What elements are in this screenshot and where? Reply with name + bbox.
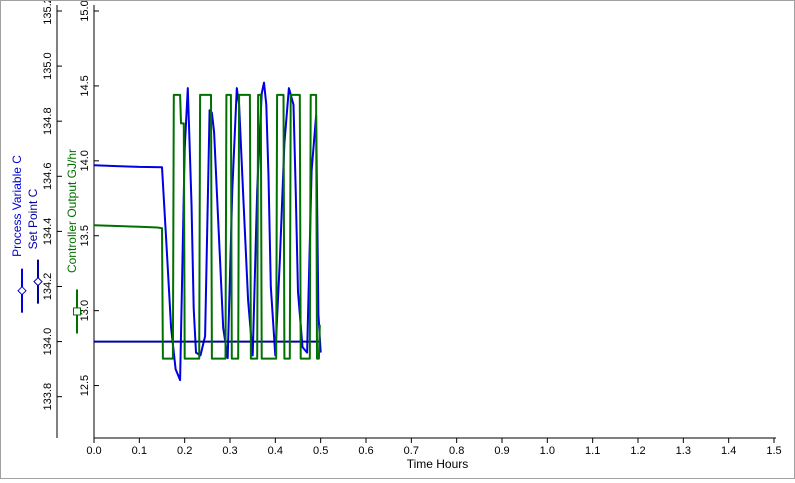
trend-chart: 0.0 0.1 0.2 0.3 0.4 0.5 0.6 0.7 0.8 0.9 1.0 1.1 1.2 1… <box>10 0 782 471</box>
x-tick-label: 0.7 <box>404 445 419 457</box>
x-tick-label: 0.1 <box>132 445 147 457</box>
left-tick-label: 134.4 <box>42 218 54 246</box>
legend-label: Process Variable C <box>10 155 24 257</box>
left-tick-label: 134.2 <box>42 273 54 301</box>
x-tick-label: 0.0 <box>86 445 101 457</box>
legend-label: Controller Output GJ/hr <box>65 149 79 273</box>
x-tick-label: 0.8 <box>449 445 464 457</box>
x-tick-label: 1.4 <box>721 445 736 457</box>
left-tick-label: 134.0 <box>42 328 54 356</box>
x-tick-label: 0.6 <box>358 445 373 457</box>
co-tick-label: 15.0 <box>79 1 91 22</box>
x-tick-label: 1.1 <box>585 445 600 457</box>
chart-window: 0.0 0.1 0.2 0.3 0.4 0.5 0.6 0.7 0.8 0.9 1.0 1.1 1.2 1… <box>0 0 795 479</box>
left-tick-label: 135.2 <box>42 1 54 25</box>
x-tick-label: 0.5 <box>313 445 328 457</box>
legend-square-marker <box>73 307 81 316</box>
co-tick-label: 14.5 <box>79 75 91 96</box>
x-tick-label: 0.3 <box>222 445 237 457</box>
legend-set-point-c: Set Point C <box>26 188 43 304</box>
x-tick-label: 0.2 <box>177 445 192 457</box>
legend-process-variable-c: Process Variable C <box>10 155 27 313</box>
legend-label: Set Point C <box>26 188 40 249</box>
x-tick-label: 0.4 <box>268 445 283 457</box>
left-tick-label: 133.8 <box>42 383 54 411</box>
legend-diamond-marker <box>33 276 43 287</box>
x-tick-label: 0.9 <box>494 445 509 457</box>
x-tick-label: 1.0 <box>540 445 555 457</box>
x-tick-label: 1.2 <box>630 445 645 457</box>
x-tick-label: 1.5 <box>766 445 781 457</box>
co-tick-label: 12.5 <box>79 375 91 396</box>
co-tick-label: 13.5 <box>79 225 91 246</box>
left-tick-label: 134.6 <box>42 163 54 191</box>
x-tick-label: 1.3 <box>676 445 691 457</box>
x-axis-title: Time Hours <box>407 457 469 471</box>
legend-diamond-marker <box>17 285 27 296</box>
left-tick-label: 134.8 <box>42 107 54 135</box>
co-tick-label: 14.0 <box>79 150 91 171</box>
left-tick-label: 135.0 <box>42 52 54 80</box>
series-process-variable-c <box>93 81 322 382</box>
